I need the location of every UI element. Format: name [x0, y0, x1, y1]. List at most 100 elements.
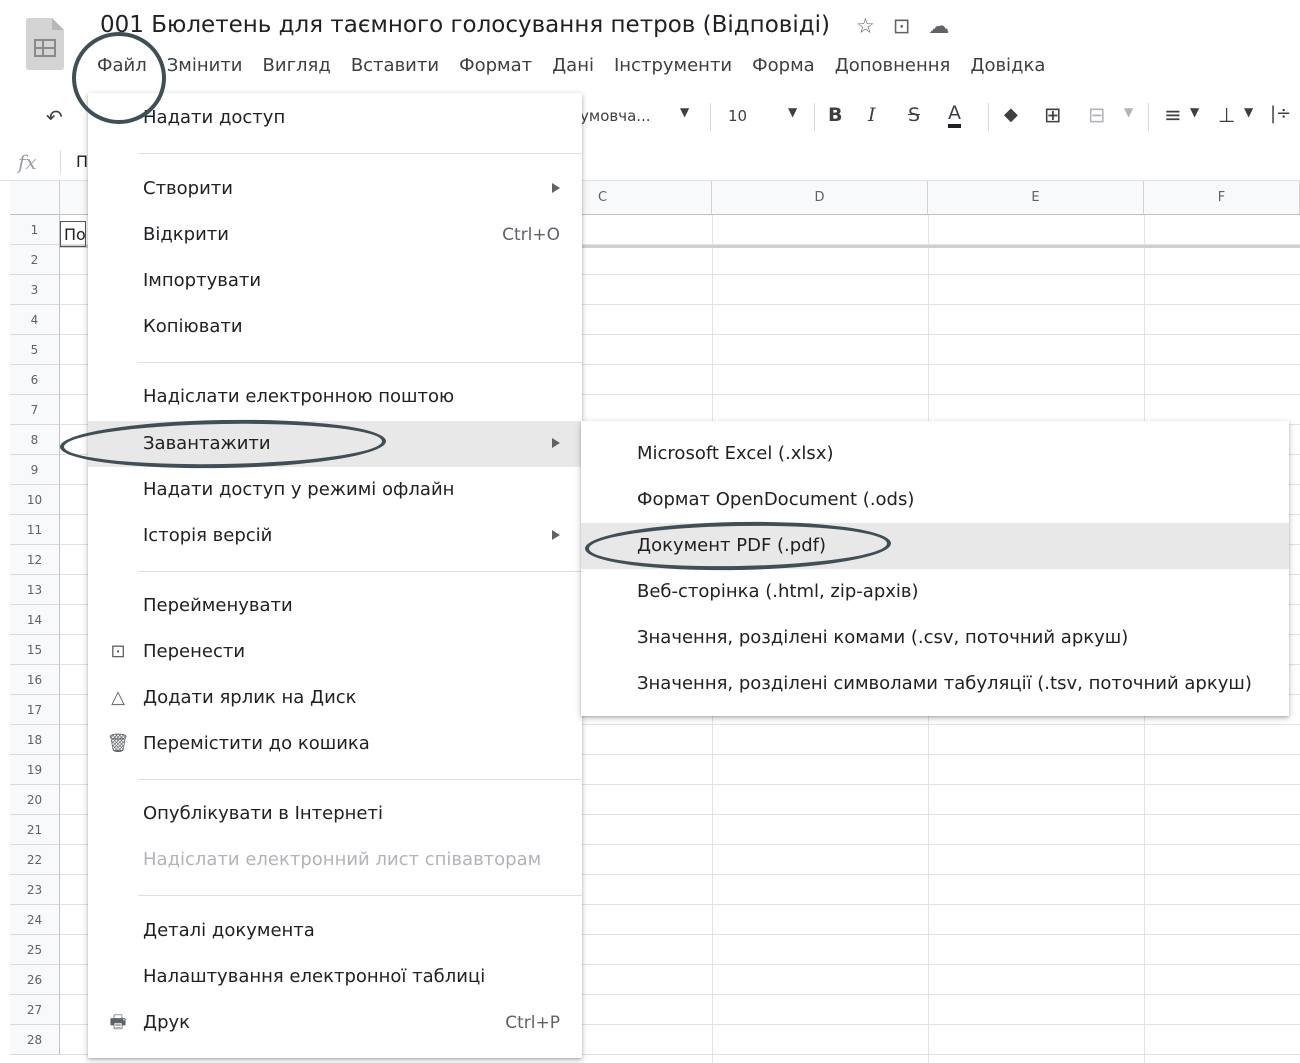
shortcut-label: Ctrl+P: [505, 1013, 560, 1033]
download-html[interactable]: Веб-сторінка (.html, zip-архів): [581, 569, 1289, 615]
download-xlsx[interactable]: Microsoft Excel (.xlsx): [581, 431, 1289, 477]
select-all-corner[interactable]: [10, 181, 60, 215]
row-header[interactable]: 15: [10, 635, 60, 665]
row-header[interactable]: 27: [10, 995, 60, 1025]
star-icon[interactable]: ☆: [856, 14, 875, 38]
menu-item-label: Створити: [143, 178, 233, 199]
menu-item-move[interactable]: ⊡ Перенести: [88, 629, 582, 675]
download-ods[interactable]: Формат OpenDocument (.ods): [581, 477, 1289, 523]
column-header-d[interactable]: D: [712, 181, 928, 215]
row-header[interactable]: 28: [10, 1025, 60, 1055]
row-header[interactable]: 23: [10, 875, 60, 905]
undo-icon[interactable]: ↶: [46, 105, 63, 129]
row-header[interactable]: 7: [10, 395, 60, 425]
halign-dropdown-icon[interactable]: ▼: [1190, 105, 1199, 119]
font-family-select[interactable]: умовча...: [580, 107, 651, 125]
menu-edit[interactable]: Змінити: [167, 55, 243, 76]
row-header[interactable]: 18: [10, 725, 60, 755]
menu-item-import[interactable]: Імпортувати: [88, 258, 582, 304]
menu-item-document-details[interactable]: Деталі документа: [88, 908, 582, 954]
menu-addons[interactable]: Доповнення: [835, 55, 951, 76]
row-header[interactable]: 17: [10, 695, 60, 725]
row-header[interactable]: 2: [10, 245, 60, 275]
row-header[interactable]: 22: [10, 845, 60, 875]
menu-insert[interactable]: Вставити: [351, 55, 439, 76]
menu-item-open[interactable]: Відкрити Ctrl+O: [88, 212, 582, 258]
menu-item-label: Додати ярлик на Диск: [143, 687, 357, 708]
row-header[interactable]: 6: [10, 365, 60, 395]
menu-item-publish[interactable]: Опублікувати в Інтернеті: [88, 791, 582, 837]
vertical-align-icon[interactable]: ⊥: [1218, 103, 1235, 127]
menu-item-copy[interactable]: Копіювати: [88, 304, 582, 350]
horizontal-align-icon[interactable]: ≡: [1164, 103, 1182, 127]
menu-tools[interactable]: Інструменти: [614, 55, 732, 76]
menu-item-label: Історія версій: [143, 525, 273, 546]
row-header[interactable]: 12: [10, 545, 60, 575]
row-header[interactable]: 24: [10, 905, 60, 935]
download-csv[interactable]: Значення, розділені комами (.csv, поточн…: [581, 615, 1289, 661]
menu-item-share[interactable]: Надати доступ: [88, 95, 582, 141]
cloud-status-icon[interactable]: ☁: [928, 14, 949, 38]
menu-item-new[interactable]: Створити: [88, 166, 582, 212]
sheets-doc-icon[interactable]: [26, 18, 64, 70]
row-header[interactable]: 16: [10, 665, 60, 695]
menu-item-trash[interactable]: 🗑 Перемістити до кошика: [88, 721, 582, 767]
row-header[interactable]: 10: [10, 485, 60, 515]
column-header-e[interactable]: E: [928, 181, 1144, 215]
menu-item-email[interactable]: Надіслати електронною поштою: [88, 374, 582, 420]
menu-separator: [138, 362, 582, 363]
menu-item-label: Друк: [143, 1012, 191, 1033]
menu-help[interactable]: Довідка: [970, 55, 1045, 76]
font-size-select[interactable]: 10: [728, 107, 747, 125]
formula-input[interactable]: П: [76, 152, 88, 171]
menu-item-print[interactable]: 🖶 Друк Ctrl+P: [88, 1000, 582, 1046]
font-family-dropdown-icon[interactable]: ▼: [680, 105, 689, 119]
menu-item-version-history[interactable]: Історія версій: [88, 513, 582, 559]
document-title[interactable]: 001 Бюлетень для таємного голосування пе…: [100, 12, 830, 38]
function-icon: fx: [18, 150, 37, 174]
toolbar-divider: [814, 103, 815, 131]
italic-icon[interactable]: I: [868, 104, 876, 126]
borders-icon[interactable]: ⊞: [1044, 103, 1062, 127]
download-tsv[interactable]: Значення, розділені символами табуляції …: [581, 661, 1289, 707]
row-header[interactable]: 5: [10, 335, 60, 365]
fill-color-icon[interactable]: ◆: [1004, 104, 1018, 125]
row-header[interactable]: 1: [10, 215, 60, 245]
submenu-arrow-icon: [552, 530, 560, 540]
row-header[interactable]: 26: [10, 965, 60, 995]
row-header[interactable]: 20: [10, 785, 60, 815]
column-header-c[interactable]: C: [580, 181, 712, 215]
menu-view[interactable]: Вигляд: [263, 55, 331, 76]
bold-icon[interactable]: B: [828, 104, 842, 126]
menu-item-label: Імпортувати: [143, 270, 262, 291]
merge-cells-icon[interactable]: ⊟: [1088, 103, 1106, 127]
menu-item-label: Налаштування електронної таблиці: [143, 966, 486, 987]
row-header[interactable]: 21: [10, 815, 60, 845]
cell-a1[interactable]: По: [60, 221, 86, 247]
column-header-f[interactable]: F: [1144, 181, 1300, 215]
row-header[interactable]: 3: [10, 275, 60, 305]
move-to-folder-icon[interactable]: ⊡: [893, 14, 911, 38]
row-header[interactable]: 13: [10, 575, 60, 605]
font-size-dropdown-icon[interactable]: ▼: [788, 105, 797, 119]
text-wrap-icon[interactable]: |÷: [1270, 103, 1291, 124]
menu-format[interactable]: Формат: [459, 55, 532, 76]
row-header[interactable]: 4: [10, 305, 60, 335]
row-header[interactable]: 11: [10, 515, 60, 545]
row-header[interactable]: 25: [10, 935, 60, 965]
strikethrough-icon[interactable]: S: [908, 104, 920, 126]
menu-item-rename[interactable]: Перейменувати: [88, 583, 582, 629]
menu-item-offline[interactable]: Надати доступ у режимі офлайн: [88, 467, 582, 513]
row-header[interactable]: 8: [10, 425, 60, 455]
text-color-icon[interactable]: A: [948, 102, 961, 128]
valign-dropdown-icon[interactable]: ▼: [1244, 105, 1253, 119]
menu-item-label: Опублікувати в Інтернеті: [143, 803, 383, 824]
row-header[interactable]: 9: [10, 455, 60, 485]
menu-data[interactable]: Дані: [552, 55, 594, 76]
row-header[interactable]: 19: [10, 755, 60, 785]
menu-form[interactable]: Форма: [752, 55, 815, 76]
merge-dropdown-icon[interactable]: ▼: [1124, 105, 1133, 119]
menu-item-spreadsheet-settings[interactable]: Налаштування електронної таблиці: [88, 954, 582, 1000]
row-header[interactable]: 14: [10, 605, 60, 635]
menu-item-add-shortcut[interactable]: △ Додати ярлик на Диск: [88, 675, 582, 721]
